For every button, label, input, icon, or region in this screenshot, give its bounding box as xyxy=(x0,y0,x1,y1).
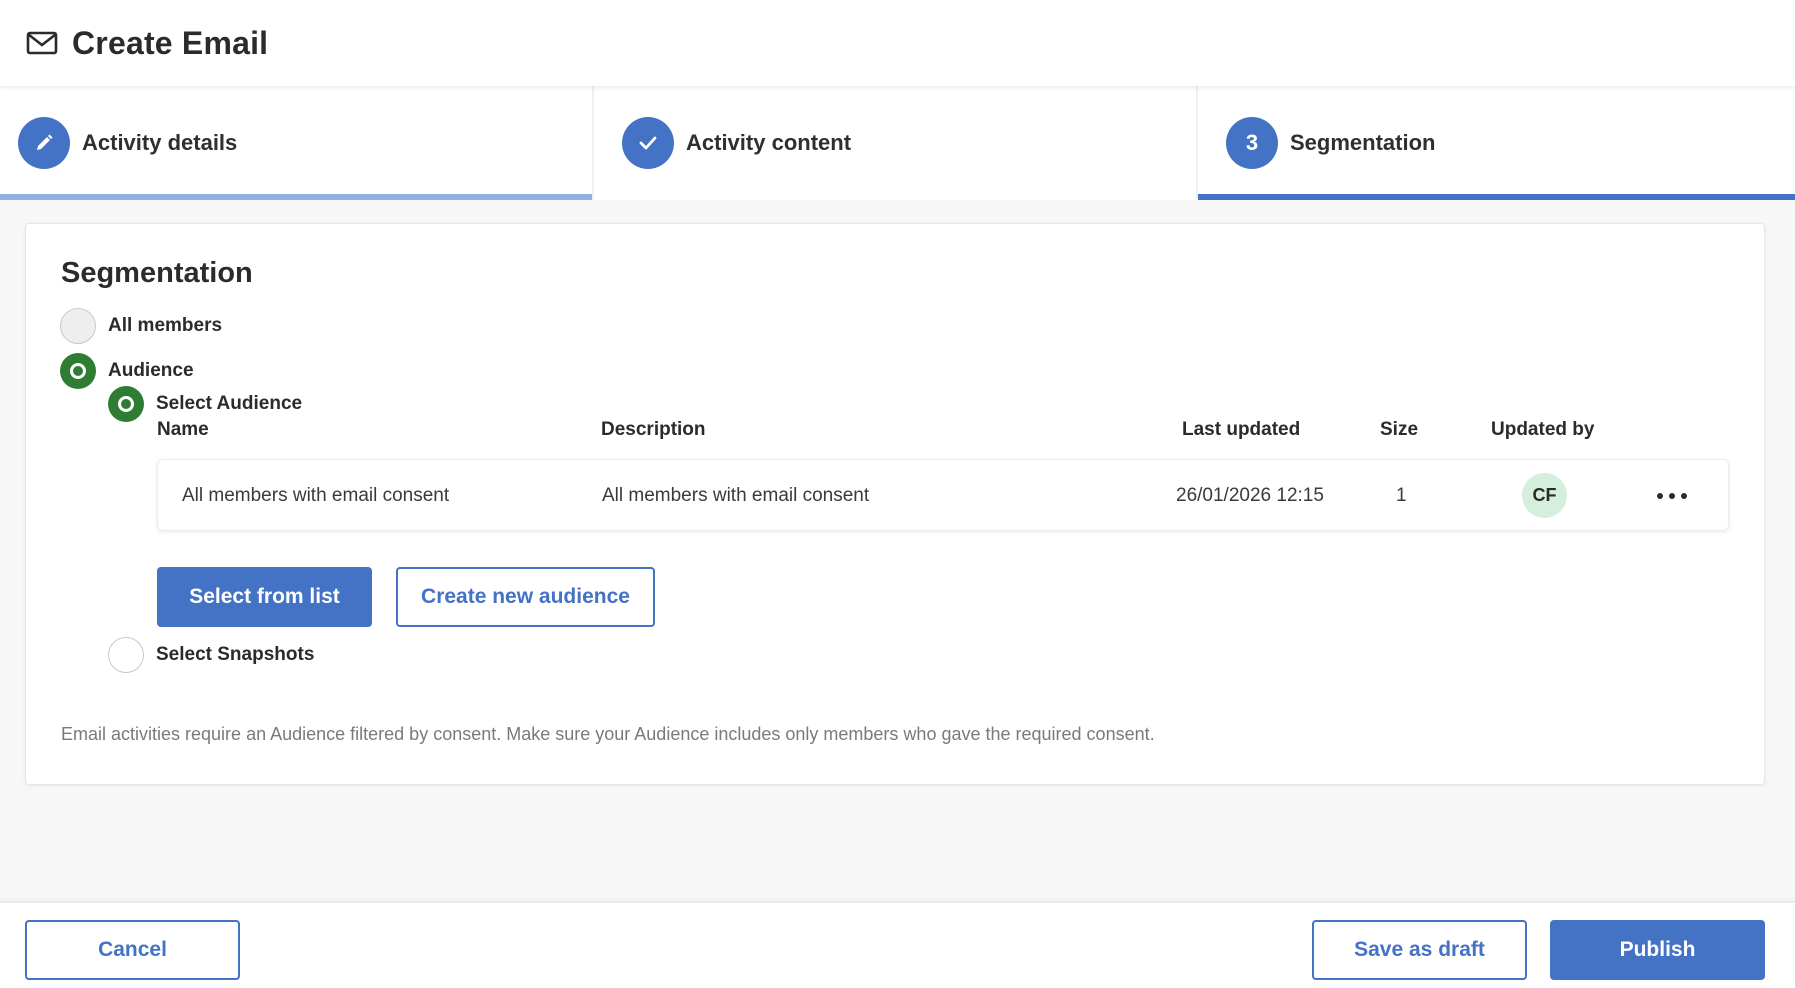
step-label: Activity details xyxy=(82,130,238,155)
column-header-updated-by: Updated by xyxy=(1491,419,1595,440)
column-header-last-updated: Last updated xyxy=(1182,419,1301,440)
radio-select-audience[interactable]: Select Audience xyxy=(108,386,302,422)
stepper: Activity details Activity content 3 Segm… xyxy=(0,86,1795,200)
step-progress-bar xyxy=(0,194,592,200)
cell-size: 1 xyxy=(1396,485,1407,506)
app-header: Create Email xyxy=(0,0,1795,86)
avatar: CF xyxy=(1522,473,1567,518)
radio-circle[interactable] xyxy=(108,637,144,673)
radio-label: Select Audience xyxy=(156,393,303,414)
cell-name: All members with email consent xyxy=(182,485,450,506)
radio-all-members[interactable]: All members xyxy=(60,308,222,344)
step-segmentation[interactable]: 3 Segmentation xyxy=(1198,86,1795,200)
step-label: Segmentation xyxy=(1290,130,1436,155)
mail-icon xyxy=(26,30,58,56)
radio-audience[interactable]: Audience xyxy=(60,353,194,389)
page-title: Create Email xyxy=(72,24,269,61)
cancel-button[interactable]: Cancel xyxy=(25,920,240,980)
step-activity-details[interactable]: Activity details xyxy=(0,86,592,200)
create-new-audience-button[interactable]: Create new audience xyxy=(396,567,655,627)
segmentation-card: Segmentation All members Audience Select… xyxy=(25,223,1765,785)
pencil-icon xyxy=(18,117,70,169)
step-activity-content[interactable]: Activity content xyxy=(594,86,1196,200)
more-options-icon[interactable] xyxy=(1657,484,1687,508)
radio-circle-selected[interactable] xyxy=(108,386,144,422)
column-header-size: Size xyxy=(1380,419,1419,440)
column-header-description: Description xyxy=(601,419,706,440)
footer-actions: Cancel Save as draft Publish xyxy=(0,902,1795,988)
radio-circle[interactable] xyxy=(60,308,96,344)
check-icon xyxy=(622,117,674,169)
step-label: Activity content xyxy=(686,130,852,155)
publish-button[interactable]: Publish xyxy=(1550,920,1765,980)
section-title: Segmentation xyxy=(61,257,253,289)
step-active-bar xyxy=(1198,194,1795,200)
select-from-list-button[interactable]: Select from list xyxy=(157,567,372,627)
save-as-draft-button[interactable]: Save as draft xyxy=(1312,920,1527,980)
column-header-name: Name xyxy=(157,419,209,440)
radio-circle-selected[interactable] xyxy=(60,353,96,389)
table-row[interactable]: All members with email consent All membe… xyxy=(157,459,1729,531)
step-number: 3 xyxy=(1226,117,1278,169)
radio-label: Select Snapshots xyxy=(156,644,315,665)
radio-label: Audience xyxy=(108,360,194,381)
cell-description: All members with email consent xyxy=(602,485,870,506)
radio-label: All members xyxy=(108,315,223,336)
audience-table-header: Name Description Last updated Size Updat… xyxy=(157,419,1597,447)
radio-select-snapshots[interactable]: Select Snapshots xyxy=(108,637,314,673)
consent-note: Email activities require an Audience fil… xyxy=(61,724,1155,744)
cell-last-updated: 26/01/2026 12:15 xyxy=(1176,485,1324,506)
